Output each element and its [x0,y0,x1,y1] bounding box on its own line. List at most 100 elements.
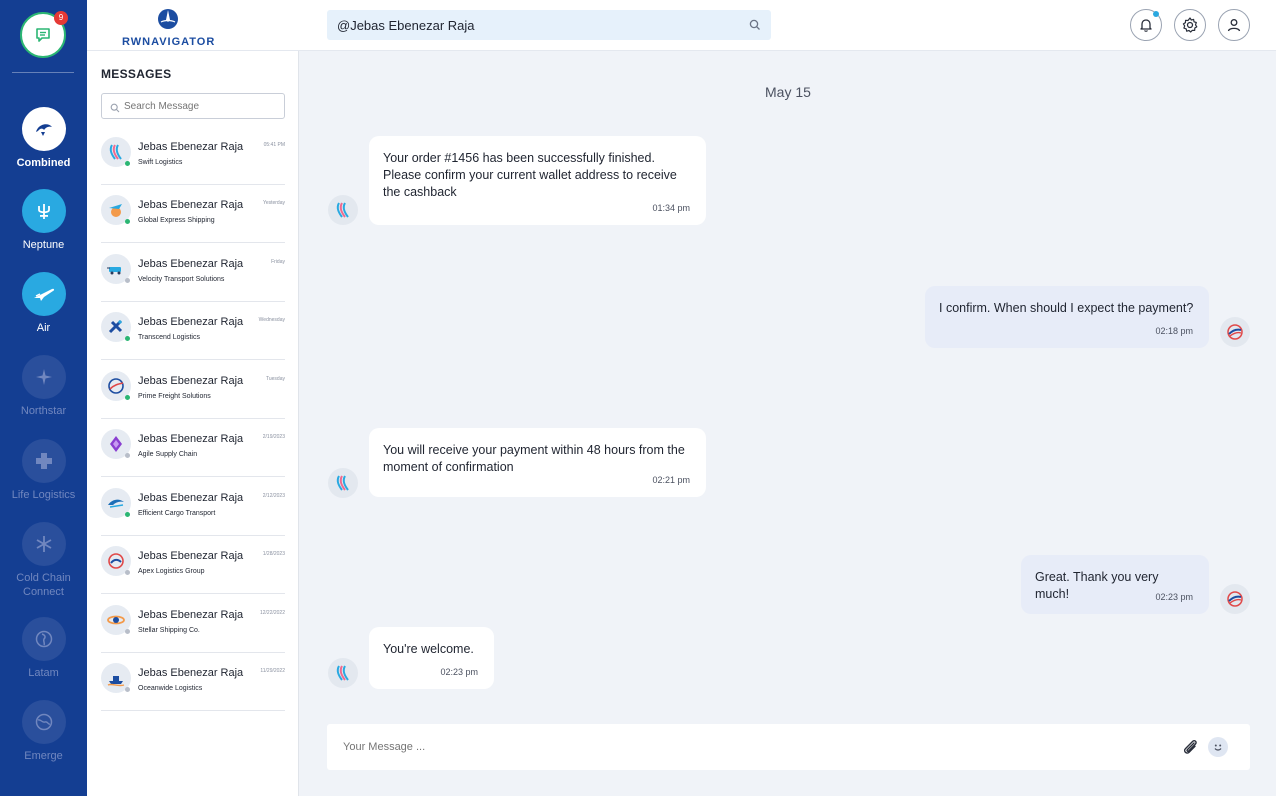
rail-label: Life Logistics [11,489,76,501]
velocity-transport-logo-icon [107,267,121,275]
rail-label: Air [36,322,51,334]
rail-item-neptune[interactable]: Neptune [0,189,87,252]
rail-item-combined[interactable]: Combined [0,107,87,170]
contact-company: Stellar Shipping Co. [138,627,200,634]
message-composer [327,724,1250,770]
trident-icon [21,189,66,233]
company-avatar [101,254,131,284]
contact-company: Prime Freight Solutions [138,393,211,400]
message-bubble-outgoing: I confirm. When should I expect the paym… [925,286,1209,348]
global-search-input[interactable] [327,10,727,40]
company-avatar [101,371,131,401]
rail-item-latam[interactable]: Latam [0,617,87,680]
contact-time: 1/28/2023 [262,551,285,557]
contact-time: Wednesday [258,317,285,323]
contact-avatar [328,468,358,498]
contact-name: Jebas Ebenezar Raja [138,258,244,270]
paperclip-icon[interactable] [1180,737,1200,762]
rail-label: Combined [16,157,71,169]
contact-item[interactable]: Jebas Ebenezar Raja Apex Logistics Group… [101,536,285,594]
contact-company: Velocity Transport Solutions [138,276,225,283]
contact-name: Jebas Ebenezar Raja [138,609,244,621]
rail-item-air[interactable]: Air [0,272,87,335]
snowflake-icon [21,522,66,566]
message-time: 02:23 pm [1155,592,1193,602]
company-avatar [101,429,131,459]
online-status-dot [125,336,130,341]
rail-label: Latam [28,667,59,679]
online-status-dot [125,512,130,517]
plane-icon [21,272,66,316]
date-separator: May 15 [765,84,811,100]
message-time: 02:18 pm [1155,326,1193,336]
company-avatar [101,488,131,518]
global-search[interactable] [327,10,771,40]
contact-item[interactable]: Jebas Ebenezar Raja Prime Freight Soluti… [101,361,285,419]
contact-name: Jebas Ebenezar Raja [138,492,244,504]
contact-time: Yesterday [262,200,285,206]
contact-item[interactable]: Jebas Ebenezar Raja Global Express Shipp… [101,185,285,243]
efficient-cargo-logo-icon [108,499,124,508]
message-input[interactable] [327,724,1147,770]
contact-item[interactable]: Jebas Ebenezar Raja Agile Supply Chain 2… [101,419,285,477]
company-avatar [101,605,131,635]
contact-name: Jebas Ebenezar Raja [138,141,244,153]
messages-panel: MESSAGES Jebas Ebenezar Raja Swift Logis… [87,51,299,796]
unread-badge: 9 [54,11,68,25]
company-avatar [101,312,131,342]
logo-text: RWNAVIGATOR [122,36,216,48]
search-icon[interactable] [749,18,761,36]
rail-item-life-logistics[interactable]: Life Logistics [0,439,87,502]
notifications-button[interactable] [1130,9,1162,41]
offline-status-dot [125,629,130,634]
message-text: You're welcome. [383,642,474,656]
contact-item[interactable]: Jebas Ebenezar Raja Stellar Shipping Co.… [101,595,285,653]
offline-status-dot [125,687,130,692]
swift-logistics-logo-icon [336,665,349,681]
app-logo[interactable]: RWNAVIGATOR [122,8,214,48]
contact-time: 05:41 PM [263,142,285,148]
swift-logistics-logo-icon [336,202,349,218]
search-icon [110,100,120,118]
bell-icon [1140,19,1152,32]
contact-item[interactable]: Jebas Ebenezar Raja Velocity Transport S… [101,244,285,302]
contact-item[interactable]: Jebas Ebenezar Raja Transcend Logistics … [101,302,285,360]
message-text: I confirm. When should I expect the paym… [939,301,1194,315]
message-search[interactable] [101,93,285,119]
message-search-input[interactable] [124,94,284,118]
rail-divider [12,72,74,73]
contact-item[interactable]: Jebas Ebenezar Raja Swift Logistics 05:4… [101,127,285,185]
cross-icon [21,439,66,483]
message-time: 02:21 pm [652,475,690,485]
chat-app-button[interactable]: 9 [20,11,68,58]
contact-item[interactable]: Jebas Ebenezar Raja Efficient Cargo Tran… [101,478,285,536]
company-avatar [101,195,131,225]
swift-logistics-logo-icon [109,144,122,160]
user-company-logo-icon [1227,324,1243,340]
global-express-logo-icon [109,204,122,217]
rail-item-cold-chain-connect[interactable]: Cold Chain Connect [0,522,87,599]
rail-item-northstar[interactable]: Northstar [0,355,87,418]
contact-time: 11/29/2022 [260,668,285,674]
profile-button[interactable] [1218,9,1250,41]
message-time: 02:23 pm [440,667,478,677]
agile-supply-logo-icon [110,436,122,452]
contact-time: 2/19/2023 [262,434,285,440]
message-text: Your order #1456 has been successfully f… [383,151,677,199]
swift-logistics-logo-icon [336,475,349,491]
contact-avatar [328,195,358,225]
contact-item[interactable]: Jebas Ebenezar Raja Oceanwide Logistics … [101,653,285,711]
emoji-icon[interactable] [1208,737,1228,757]
rail-item-emerge[interactable]: Emerge [0,700,87,763]
user-avatar [1220,584,1250,614]
globe-icon [21,700,66,744]
settings-button[interactable] [1174,9,1206,41]
contact-time: Friday [271,259,285,265]
contact-name: Jebas Ebenezar Raja [138,199,244,211]
contact-time: Tuesday [266,376,285,382]
message-bubble-incoming: You will receive your payment within 48 … [369,428,706,497]
offline-status-dot [125,570,130,575]
contact-company: Apex Logistics Group [138,568,205,575]
stellar-shipping-logo-icon [107,615,125,625]
notification-dot [1153,11,1159,17]
